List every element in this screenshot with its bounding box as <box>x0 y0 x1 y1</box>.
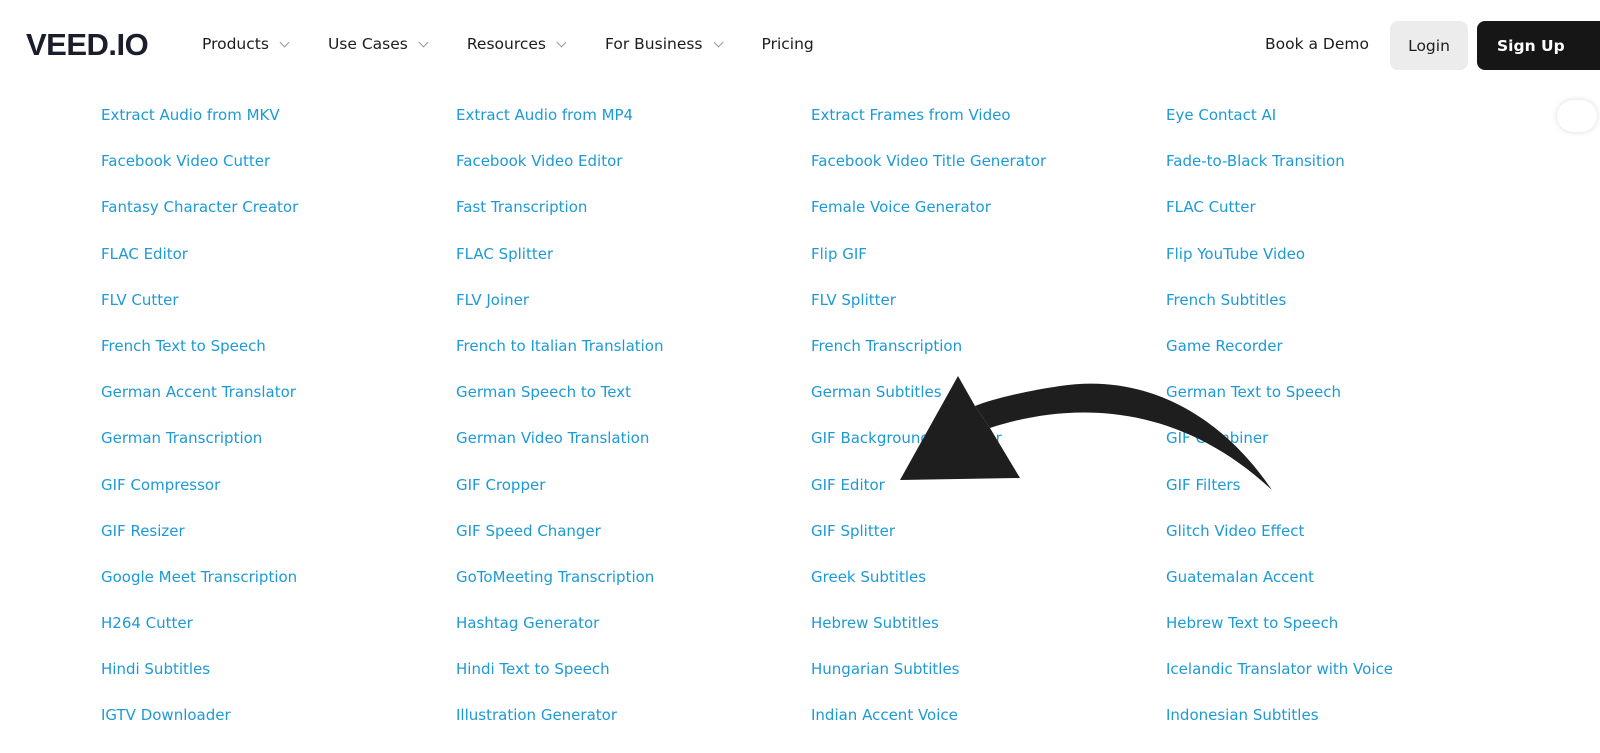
tool-link[interactable]: Indonesian Subtitles <box>1166 706 1521 752</box>
nav-use-cases[interactable]: Use Cases <box>327 35 429 53</box>
main-nav: Products Use Cases Resources For Busines… <box>202 35 854 53</box>
tool-link[interactable]: GIF Editor <box>811 476 1166 522</box>
nav-label: Products <box>202 35 269 53</box>
tool-link[interactable]: Icelandic Translator with Voice <box>1166 660 1521 706</box>
tool-link[interactable]: German Video Translation <box>456 429 811 475</box>
nav-label: Resources <box>466 35 547 53</box>
tool-link[interactable]: Facebook Video Cutter <box>101 152 456 198</box>
tool-link[interactable]: FLV Joiner <box>456 291 811 337</box>
tool-link[interactable]: FLV Splitter <box>811 291 1166 337</box>
tool-link[interactable]: Flip GIF <box>811 245 1166 291</box>
tool-link[interactable]: Illustration Generator <box>456 706 811 752</box>
tool-link[interactable]: H264 Cutter <box>101 614 456 660</box>
tool-link[interactable]: Guatemalan Accent <box>1166 568 1521 614</box>
nav-pricing[interactable]: Pricing <box>762 35 814 53</box>
tool-link[interactable]: French Text to Speech <box>101 337 456 383</box>
tool-link[interactable]: French Transcription <box>811 337 1166 383</box>
tool-link[interactable]: Female Voice Generator <box>811 198 1166 244</box>
tool-link[interactable]: FLAC Splitter <box>456 245 811 291</box>
veed-logo[interactable]: VEED.IO <box>26 27 149 63</box>
nav-label: Use Cases <box>327 35 408 53</box>
nav-products[interactable]: Products <box>202 35 290 53</box>
side-scroll-handle[interactable] <box>1557 100 1597 132</box>
chevron-down-icon <box>279 37 290 47</box>
tool-link[interactable]: Facebook Video Editor <box>456 152 811 198</box>
signup-button[interactable]: Sign Up <box>1477 21 1600 70</box>
tool-link[interactable]: German Accent Translator <box>101 383 456 429</box>
book-demo-link[interactable]: Book a Demo <box>1265 35 1369 53</box>
tool-link[interactable]: GIF Background Remover <box>811 429 1166 475</box>
top-navbar: VEED.IO Products Use Cases Resources For… <box>0 0 1600 92</box>
tool-link[interactable]: German Subtitles <box>811 383 1166 429</box>
tool-link[interactable]: Hindi Text to Speech <box>456 660 811 706</box>
tool-link[interactable]: GIF Combiner <box>1166 429 1521 475</box>
tool-link[interactable]: Hungarian Subtitles <box>811 660 1166 706</box>
nav-resources[interactable]: Resources <box>466 35 567 53</box>
tool-link[interactable]: FLAC Editor <box>101 245 456 291</box>
tool-link[interactable]: GoToMeeting Transcription <box>456 568 811 614</box>
tool-link[interactable]: Flip YouTube Video <box>1166 245 1521 291</box>
tool-link[interactable]: GIF Resizer <box>101 522 456 568</box>
chevron-down-icon <box>713 37 723 47</box>
login-button[interactable]: Login <box>1390 21 1468 70</box>
tool-link[interactable]: Hashtag Generator <box>456 614 811 660</box>
chevron-down-icon <box>556 37 567 47</box>
tool-link[interactable]: Fast Transcription <box>456 198 811 244</box>
tool-link[interactable]: Eye Contact AI <box>1166 106 1521 152</box>
chevron-down-icon <box>418 37 429 47</box>
tool-link[interactable]: Glitch Video Effect <box>1166 522 1521 568</box>
tool-link[interactable]: Extract Audio from MP4 <box>456 106 811 152</box>
tool-link[interactable]: GIF Speed Changer <box>456 522 811 568</box>
tool-link[interactable]: Extract Frames from Video <box>811 106 1166 152</box>
tool-link[interactable]: GIF Cropper <box>456 476 811 522</box>
nav-label: For Business <box>605 35 703 53</box>
tool-link[interactable]: Google Meet Transcription <box>101 568 456 614</box>
tool-link[interactable]: French to Italian Translation <box>456 337 811 383</box>
tool-link[interactable]: GIF Splitter <box>811 522 1166 568</box>
tool-link[interactable]: German Transcription <box>101 429 456 475</box>
tool-link[interactable]: German Text to Speech <box>1166 383 1521 429</box>
tool-link[interactable]: Fade-to-Black Transition <box>1166 152 1521 198</box>
tool-link[interactable]: Extract Audio from MKV <box>101 106 456 152</box>
tool-link[interactable]: Game Recorder <box>1166 337 1521 383</box>
tool-link[interactable]: IGTV Downloader <box>101 706 456 752</box>
tool-link[interactable]: GIF Compressor <box>101 476 456 522</box>
tool-link[interactable]: Facebook Video Title Generator <box>811 152 1166 198</box>
tool-link[interactable]: FLAC Cutter <box>1166 198 1521 244</box>
tool-link[interactable]: Greek Subtitles <box>811 568 1166 614</box>
tool-link[interactable]: Fantasy Character Creator <box>101 198 456 244</box>
tool-link[interactable]: Indian Accent Voice <box>811 706 1166 752</box>
nav-for-business[interactable]: For Business <box>605 35 723 53</box>
tools-link-grid: Extract Audio from MKV Extract Audio from… <box>101 106 1521 753</box>
tool-link[interactable]: FLV Cutter <box>101 291 456 337</box>
tool-link[interactable]: German Speech to Text <box>456 383 811 429</box>
tool-link[interactable]: Hindi Subtitles <box>101 660 456 706</box>
tool-link[interactable]: GIF Filters <box>1166 476 1521 522</box>
tool-link[interactable]: French Subtitles <box>1166 291 1521 337</box>
tool-link[interactable]: Hebrew Subtitles <box>811 614 1166 660</box>
tool-link[interactable]: Hebrew Text to Speech <box>1166 614 1521 660</box>
